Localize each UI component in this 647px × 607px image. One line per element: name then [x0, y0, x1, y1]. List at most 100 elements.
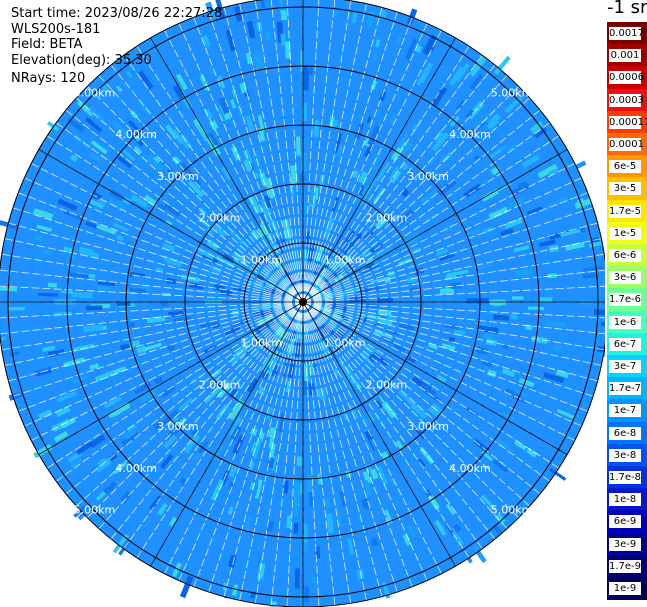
range-label: 2.00km — [199, 212, 241, 225]
ppi-gate — [129, 287, 146, 293]
ppi-gate — [525, 324, 533, 331]
ppi-gate — [284, 41, 291, 59]
ppi-gate — [282, 427, 289, 446]
ppi-gate — [220, 309, 228, 314]
ppi-gate — [47, 282, 57, 288]
ppi-gate — [289, 144, 297, 163]
range-label: 2.00km — [199, 378, 241, 391]
range-label: 3.00km — [157, 170, 199, 183]
colorbar-cell: 3e-5 — [607, 177, 647, 201]
ppi-gate — [439, 287, 455, 295]
colorbar-cell: 6e-9 — [607, 510, 647, 534]
ppi-gate — [33, 234, 44, 242]
colorbar-tick-label: 1.7e-7 — [609, 382, 642, 396]
range-label: 2.00km — [366, 378, 408, 391]
ppi-gate — [488, 311, 510, 317]
colorbar-tick-label: 6e-5 — [609, 160, 641, 174]
range-label: 4.00km — [449, 462, 491, 475]
colorbar-tick-label: 1e-9 — [609, 582, 641, 595]
ppi-gate — [482, 332, 494, 341]
ppi-gate — [315, 546, 321, 559]
colorbar-tick-label: 3e-7 — [609, 360, 641, 373]
range-label: 5.00km — [491, 504, 533, 517]
ppi-gate — [493, 314, 509, 321]
ppi-gate — [409, 287, 419, 292]
ppi-gate — [119, 343, 131, 351]
colorbar-cell: 3e-8 — [607, 443, 647, 467]
ppi-gate — [97, 281, 116, 287]
ppi-gate — [78, 246, 94, 255]
colorbar-tick-label: 3e-8 — [609, 448, 641, 462]
colorbar-cell: 1e-8 — [607, 488, 647, 512]
ppi-gate — [138, 284, 152, 291]
ppi-gate — [133, 274, 145, 281]
ppi-gate — [264, 143, 272, 152]
colorbar-tick-label: 6e-6 — [609, 249, 641, 262]
nrays-label: NRays: 120 — [11, 71, 86, 86]
colorbar-tick-label: 0.0003 — [609, 93, 644, 107]
ppi-gate — [501, 344, 509, 349]
ppi-gate — [69, 154, 79, 163]
ppi-gate — [379, 9, 388, 19]
ppi-gate — [414, 44, 423, 53]
ppi-gate — [115, 234, 125, 242]
ppi-gate — [0, 336, 7, 342]
ppi-gate — [207, 65, 216, 76]
range-label: 1.00km — [324, 337, 366, 350]
colorbar-tick-label: 1.7e-6 — [609, 293, 642, 307]
range-label: 2.00km — [366, 212, 408, 225]
ppi-gate — [193, 451, 202, 461]
ppi-gate — [334, 9, 339, 17]
ppi-gate — [476, 346, 489, 355]
colorbar-cell: 0.001 — [607, 44, 647, 68]
ppi-gate — [91, 191, 103, 201]
colorbar-tick-label: 1.7e-8 — [609, 471, 642, 484]
ppi-gate — [370, 80, 378, 90]
ppi-gate — [442, 224, 453, 233]
ppi-gate — [8, 391, 23, 401]
ppi-gate — [361, 498, 370, 510]
ppi-gate — [171, 155, 181, 165]
colorbar-cell: 6e-8 — [607, 421, 647, 445]
ppi-gate — [453, 329, 466, 337]
colorbar-tick-label: 0.0001 — [609, 138, 644, 151]
range-label: 5.00km — [74, 86, 116, 99]
ppi-gate — [454, 71, 463, 81]
instrument-label: WLS200s-181 — [11, 22, 101, 37]
ppi-gate — [474, 321, 492, 327]
colorbar-cell: 0.0001 — [607, 133, 647, 157]
ppi-gate — [553, 344, 562, 351]
ppi-gate — [116, 80, 125, 89]
colorbar-cell: 0.0006 — [607, 66, 647, 90]
colorbar-cell: 3e-7 — [607, 355, 647, 379]
ppi-gate — [309, 491, 313, 507]
ppi-gate — [128, 322, 136, 328]
range-label: 5.00km — [491, 86, 533, 99]
colorbar-tick-label: 6e-9 — [609, 515, 641, 529]
colorbar-tick-label: 1e-7 — [609, 404, 641, 418]
ppi-gate — [312, 362, 318, 371]
ppi-gate — [351, 10, 358, 24]
ppi-gate — [146, 315, 166, 324]
elevation-label: Elevation(deg): 35.30 — [11, 53, 152, 68]
ppi-gate — [400, 188, 410, 198]
ppi-gate — [260, 0, 266, 9]
ppi-gate — [97, 286, 112, 293]
colorbar-cell: 1.7e-6 — [607, 288, 647, 312]
ppi-gate — [89, 363, 100, 370]
ppi-gate — [291, 230, 296, 237]
ppi-gate — [305, 231, 310, 245]
colorbar-cell: 1e-7 — [607, 399, 647, 423]
colorbar-cell: 6e-7 — [607, 332, 647, 356]
ppi-gate — [153, 376, 164, 385]
ppi-gate — [245, 52, 253, 65]
ppi-gate — [280, 33, 286, 46]
colorbar-cell: 6e-6 — [607, 244, 647, 268]
colorbar-cell: 0.0017 — [607, 22, 647, 46]
colorbar-cell: 3e-6 — [607, 266, 647, 290]
ppi-gate — [545, 320, 566, 328]
colorbar-cell: 1.7e-8 — [607, 466, 647, 490]
ppi-gate — [265, 31, 271, 40]
ppi-gate — [0, 278, 9, 285]
colorbar-tick-label: 1e-8 — [609, 493, 641, 507]
